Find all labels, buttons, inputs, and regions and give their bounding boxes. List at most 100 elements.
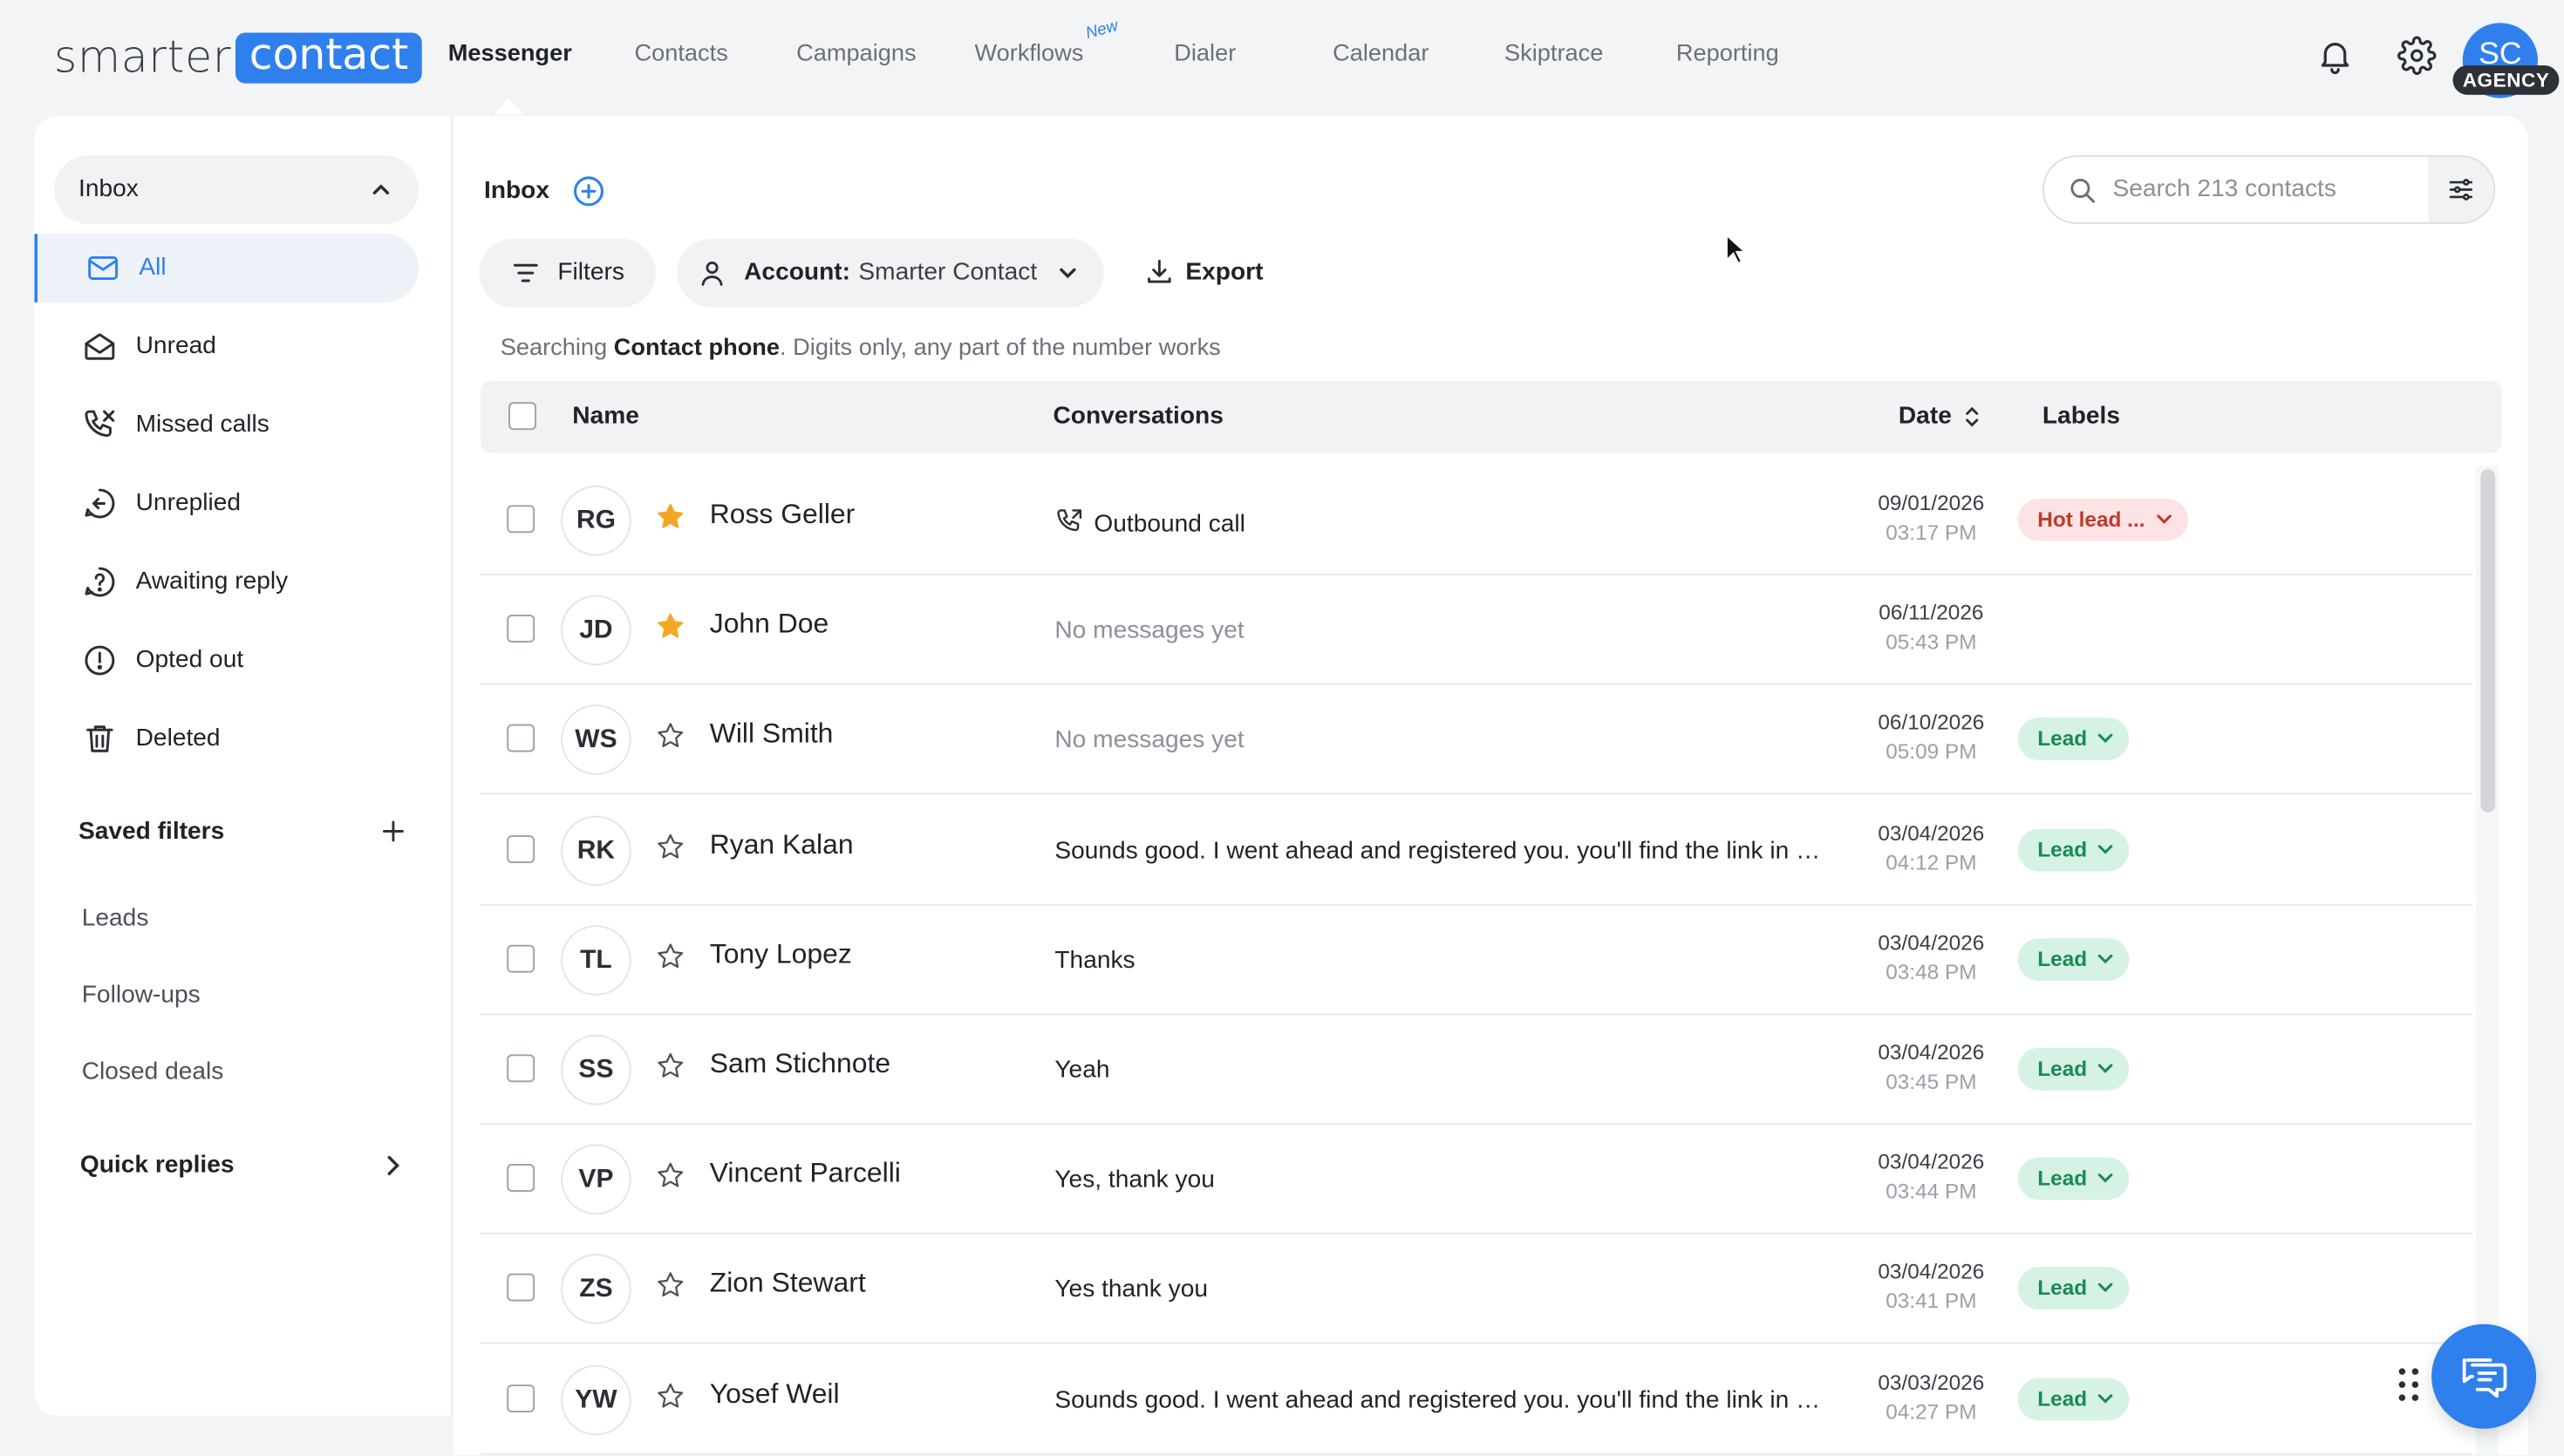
conversation-preview[interactable]: No messages yet — [1054, 616, 1244, 644]
filters-label: Filters — [557, 258, 624, 287]
sidebar-item-missed-calls[interactable]: Missed calls — [34, 391, 419, 459]
drag-handle-icon[interactable] — [2397, 1367, 2420, 1403]
conversation-preview[interactable]: Thanks — [1054, 946, 1135, 974]
row-checkbox[interactable] — [507, 505, 535, 534]
filters-button[interactable]: Filters — [479, 238, 656, 308]
search-settings-button[interactable] — [2428, 157, 2494, 222]
sidebar-item-unread[interactable]: Unread — [34, 312, 419, 381]
table-row[interactable]: ZS Zion Stewart Yes thank you 03/04/2026 03:… — [481, 1235, 2472, 1344]
saved-filter-follow-ups[interactable]: Follow-ups — [82, 981, 201, 1009]
contact-name[interactable]: Ross Geller — [710, 499, 856, 532]
star-icon[interactable] — [656, 832, 685, 861]
contact-name[interactable]: Vincent Parcelli — [710, 1158, 901, 1191]
select-all-checkbox[interactable] — [508, 402, 536, 431]
time-text: 03:41 PM — [1885, 1289, 1977, 1314]
star-filled-icon[interactable] — [656, 612, 685, 642]
outbound-call-icon — [1057, 509, 1082, 532]
contact-name[interactable]: Will Smith — [710, 718, 834, 752]
contact-name[interactable]: Sam Stichnote — [710, 1048, 890, 1081]
table-row[interactable]: RG Ross Geller Outbound call 09/01/2026 03:1… — [481, 466, 2472, 575]
conversation-preview[interactable]: No messages yet — [1054, 726, 1244, 754]
conversation-date: 03/04/2026 04:12 PM — [1876, 820, 1988, 874]
contact-name[interactable]: Zion Stewart — [710, 1268, 866, 1301]
star-icon[interactable] — [656, 1381, 685, 1411]
hint-field: Contact phone — [613, 335, 781, 362]
nav-messenger[interactable]: Messenger — [448, 41, 572, 67]
nav-calendar[interactable]: Calendar — [1333, 41, 1429, 67]
account-selector[interactable]: Account: Smarter Contact — [677, 238, 1104, 308]
nav-dialer[interactable]: Dialer — [1174, 41, 1236, 67]
bell-icon[interactable] — [2315, 36, 2355, 75]
row-checkbox[interactable] — [507, 1164, 535, 1193]
search-box[interactable] — [2042, 155, 2496, 224]
chevron-right-icon[interactable] — [383, 1154, 403, 1177]
row-checkbox[interactable] — [507, 615, 535, 643]
contact-name[interactable]: Ryan Kalan — [710, 828, 854, 861]
label-badge[interactable]: Lead — [2017, 1377, 2130, 1420]
column-date[interactable]: Date — [1899, 402, 1952, 430]
conversation-preview[interactable]: Yes, thank you — [1054, 1166, 1214, 1194]
row-checkbox[interactable] — [507, 1054, 535, 1083]
alert-icon — [85, 645, 115, 676]
chat-support-button[interactable] — [2431, 1323, 2537, 1429]
star-icon[interactable] — [656, 1051, 685, 1081]
search-input[interactable] — [2112, 174, 2424, 203]
row-checkbox[interactable] — [507, 1384, 535, 1412]
label-badge[interactable]: Lead — [2017, 1267, 2130, 1310]
conversation-preview[interactable]: Sounds good. I went ahead and registered… — [1054, 836, 1830, 864]
label-badge[interactable]: Hot lead ... — [2017, 498, 2188, 541]
quick-replies-title[interactable]: Quick replies — [80, 1151, 235, 1179]
nav-reporting[interactable]: Reporting — [1676, 41, 1779, 67]
row-checkbox[interactable] — [507, 834, 535, 863]
nav-workflows[interactable]: Workflows — [975, 41, 1084, 67]
row-checkbox[interactable] — [507, 1274, 535, 1303]
table-row[interactable]: RK Ryan Kalan Sounds good. I went ahead an… — [481, 795, 2472, 905]
label-badge[interactable]: Lead — [2017, 1157, 2130, 1201]
star-icon[interactable] — [656, 1161, 685, 1191]
table-row[interactable]: JD John Doe No messages yet 06/11/2026 05:43… — [481, 575, 2472, 685]
chevron-down-icon — [2156, 514, 2172, 524]
saved-filter-closed-deals[interactable]: Closed deals — [82, 1058, 224, 1085]
contact-avatar: JD — [561, 595, 631, 666]
table-row[interactable]: TL Tony Lopez Thanks 03/04/2026 03:48 PM Lead — [481, 905, 2472, 1015]
sidebar-item-deleted[interactable]: Deleted — [34, 704, 419, 773]
conversation-preview[interactable]: Sounds good. I went ahead and registered… — [1054, 1385, 1830, 1413]
star-filled-icon[interactable] — [656, 502, 685, 532]
add-circle-icon[interactable] — [570, 173, 606, 209]
conversation-preview[interactable]: Yes thank you — [1054, 1276, 1208, 1303]
conversation-preview[interactable]: Yeah — [1054, 1056, 1109, 1084]
table-row[interactable]: WS Will Smith No messages yet 06/10/2026 05:… — [481, 685, 2472, 795]
star-icon[interactable] — [656, 1271, 685, 1301]
table-row[interactable]: VP Vincent Parcelli Yes, thank you 03/04/20… — [481, 1125, 2472, 1235]
contact-name[interactable]: Yosef Weil — [710, 1378, 840, 1411]
star-icon[interactable] — [656, 942, 685, 971]
sidebar-item-opted-out[interactable]: Opted out — [34, 626, 419, 695]
label-badge[interactable]: Lead — [2017, 1047, 2130, 1091]
scrollbar-thumb[interactable] — [2480, 469, 2496, 813]
nav-skiptrace[interactable]: Skiptrace — [1504, 41, 1603, 67]
row-checkbox[interactable] — [507, 725, 535, 753]
conversation-preview[interactable]: Outbound call — [1054, 507, 1245, 538]
gear-icon[interactable] — [2397, 36, 2437, 75]
nav-campaigns[interactable]: Campaigns — [796, 41, 917, 67]
saved-filter-leads[interactable]: Leads — [82, 904, 149, 932]
add-filter-icon[interactable] — [381, 819, 406, 843]
sidebar-item-all[interactable]: All — [34, 234, 419, 303]
row-checkbox[interactable] — [507, 944, 535, 973]
label-badge[interactable]: Lead — [2017, 718, 2130, 761]
table-row[interactable]: YW Yosef Weil Sounds good. I went ahead an… — [481, 1344, 2472, 1454]
sort-icon[interactable] — [1964, 405, 1981, 428]
contact-name[interactable]: John Doe — [710, 609, 829, 642]
inbox-section-toggle[interactable]: Inbox — [53, 155, 419, 224]
column-name[interactable]: Name — [572, 402, 639, 430]
label-badge[interactable]: Lead — [2017, 937, 2130, 981]
sidebar-item-unreplied[interactable]: Unreplied — [34, 469, 419, 538]
table-row[interactable]: SS Sam Stichnote Yeah 03/04/2026 03:45 PM Lea… — [481, 1015, 2472, 1125]
chevron-down-icon — [1060, 268, 1076, 279]
star-icon[interactable] — [656, 722, 685, 752]
sidebar-item-awaiting-reply[interactable]: Awaiting reply — [34, 548, 419, 616]
label-badge[interactable]: Lead — [2017, 827, 2130, 871]
nav-contacts[interactable]: Contacts — [635, 41, 728, 67]
contact-name[interactable]: Tony Lopez — [710, 938, 852, 971]
brand-logo[interactable]: smarter contact — [54, 31, 422, 83]
